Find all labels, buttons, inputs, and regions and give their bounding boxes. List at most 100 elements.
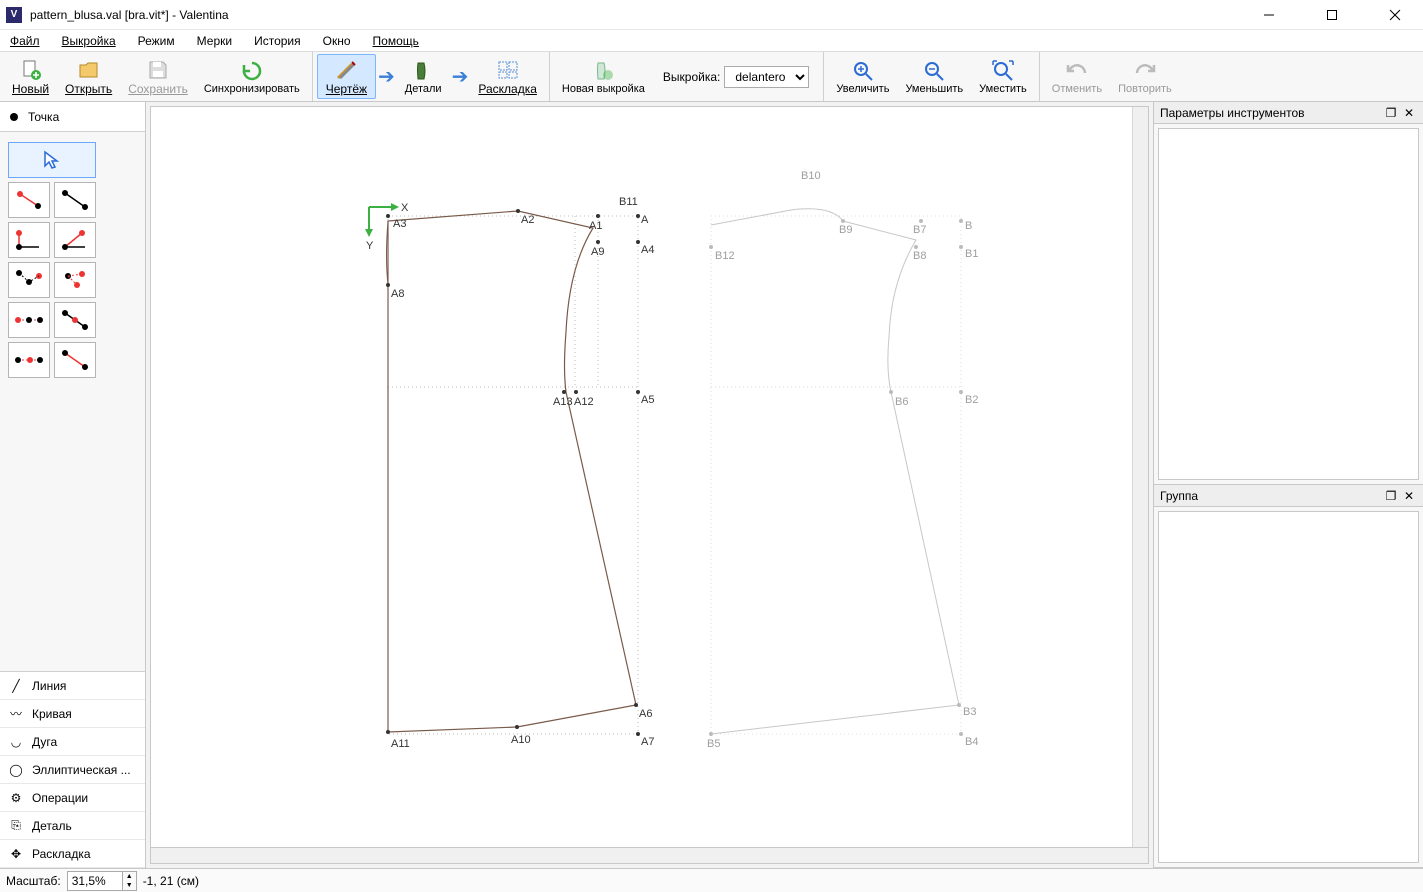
point-cut-tool[interactable]: [54, 342, 96, 378]
dock-float-button[interactable]: ❐: [1383, 105, 1399, 121]
open-button[interactable]: Открыть: [57, 54, 120, 99]
new-button[interactable]: Новый: [4, 54, 57, 99]
sync-button[interactable]: Синхронизировать: [196, 54, 308, 99]
dock-float-button[interactable]: ❐: [1383, 488, 1399, 504]
new-pattern-button[interactable]: Новая выкройка: [554, 54, 653, 99]
arc-icon: ◡: [8, 735, 24, 749]
point-curve-tool[interactable]: [8, 342, 50, 378]
layout-mode-button[interactable]: Раскладка: [470, 54, 545, 99]
menu-help[interactable]: Помощь: [369, 33, 423, 49]
pattern-svg: X Y A3 A2 A1: [151, 107, 1111, 807]
zoom-out-button[interactable]: Уменьшить: [897, 54, 971, 99]
pattern-selector-label: Выкройка:: [663, 70, 720, 84]
pattern-selector[interactable]: delantero: [724, 66, 809, 88]
menu-file[interactable]: Файл: [6, 33, 44, 49]
sync-icon: [240, 59, 264, 83]
svg-text:A4: A4: [641, 244, 654, 256]
menu-history[interactable]: История: [250, 33, 305, 49]
new-pattern-label: Новая выкройка: [562, 83, 645, 95]
tool-category-header[interactable]: Точка: [0, 102, 145, 132]
layout-list-icon: ✥: [8, 847, 24, 861]
menu-pattern[interactable]: Выкройка: [58, 33, 120, 49]
scale-input[interactable]: [68, 872, 122, 890]
details-icon: [411, 59, 435, 83]
layout-icon: [496, 58, 520, 82]
category-operations[interactable]: ⚙Операции: [0, 784, 145, 812]
tool-params-header: Параметры инструментов ❐ ✕: [1154, 102, 1423, 124]
point-shoulder-tool[interactable]: [8, 262, 50, 298]
svg-text:A10: A10: [511, 734, 531, 746]
category-detail[interactable]: ⎘Деталь: [0, 812, 145, 840]
category-curve[interactable]: 〰Кривая: [0, 700, 145, 728]
zoom-fit-label: Уместить: [979, 83, 1027, 95]
svg-text:A1: A1: [589, 220, 602, 232]
details-mode-button[interactable]: Детали: [397, 54, 450, 99]
point-perpendicular-tool[interactable]: [8, 222, 50, 258]
undo-button: Отменить: [1044, 54, 1110, 99]
line-icon: ╱: [8, 679, 24, 693]
svg-text:A7: A7: [641, 736, 654, 748]
menubar: Файл Выкройка Режим Мерки История Окно П…: [0, 30, 1423, 52]
svg-text:B12: B12: [715, 250, 735, 262]
zoom-in-button[interactable]: Увеличить: [828, 54, 897, 99]
menu-measurements[interactable]: Мерки: [193, 33, 236, 49]
close-button[interactable]: [1372, 0, 1417, 30]
svg-text:A5: A5: [641, 394, 654, 406]
zoom-in-icon: [851, 59, 875, 83]
titlebar: V pattern_blusa.val [bra.vit*] - Valenti…: [0, 0, 1423, 30]
arrow-right-icon: ➔: [378, 64, 395, 89]
point-triangle-tool[interactable]: [8, 302, 50, 338]
svg-text:A6: A6: [639, 708, 652, 720]
tool-category-label: Точка: [28, 110, 59, 124]
point-end-line-tool[interactable]: [8, 182, 50, 218]
new-file-icon: [19, 58, 43, 82]
svg-text:A8: A8: [391, 288, 404, 300]
redo-icon: [1133, 59, 1157, 83]
svg-text:A9: A9: [591, 246, 604, 258]
menu-window[interactable]: Окно: [319, 33, 355, 49]
zoom-fit-icon: [991, 59, 1015, 83]
arrow-right-icon: ➔: [452, 64, 469, 89]
svg-text:B3: B3: [963, 706, 976, 718]
point-contact-tool[interactable]: [54, 262, 96, 298]
svg-text:B2: B2: [965, 394, 978, 406]
scale-spinbox[interactable]: ▲▼: [67, 871, 137, 891]
scale-down-icon[interactable]: ▼: [123, 881, 136, 890]
drawing-mode-button[interactable]: Чертёж: [317, 54, 376, 99]
dock-close-button[interactable]: ✕: [1401, 488, 1417, 504]
pointer-tool[interactable]: [8, 142, 96, 178]
category-line[interactable]: ╱Линия: [0, 672, 145, 700]
point-bisector-tool[interactable]: [54, 222, 96, 258]
category-elliptical[interactable]: ◯Эллиптическая ...: [0, 756, 145, 784]
scrollbar-vertical[interactable]: [1132, 107, 1148, 847]
zoom-out-label: Уменьшить: [905, 83, 963, 95]
maximize-button[interactable]: [1309, 0, 1354, 30]
details-label: Детали: [405, 83, 442, 95]
svg-text:B9: B9: [839, 224, 852, 236]
category-arc[interactable]: ◡Дуга: [0, 728, 145, 756]
new-label: Новый: [12, 82, 49, 96]
toolbar: Новый Открыть Сохранить Синхронизировать…: [0, 52, 1423, 102]
coords-readout: -1, 21 (см): [143, 874, 199, 888]
svg-text:Y: Y: [366, 240, 374, 252]
svg-text:A11: A11: [391, 738, 410, 750]
svg-text:A2: A2: [521, 214, 534, 226]
minimize-button[interactable]: [1246, 0, 1291, 30]
menu-mode[interactable]: Режим: [134, 33, 179, 49]
scrollbar-horizontal[interactable]: [150, 848, 1149, 864]
ellipse-icon: ◯: [8, 763, 24, 777]
window-title: pattern_blusa.val [bra.vit*] - Valentina: [30, 8, 1246, 22]
point-intersection-tool[interactable]: [54, 302, 96, 338]
zoom-fit-button[interactable]: Уместить: [971, 54, 1035, 99]
tool-panel: Точка ╱Линия 〰Кривая ◡Дуга ◯Эллиптическа…: [0, 102, 146, 868]
drawing-canvas[interactable]: X Y A3 A2 A1: [150, 106, 1149, 848]
dock-close-button[interactable]: ✕: [1401, 105, 1417, 121]
scale-up-icon[interactable]: ▲: [123, 872, 136, 881]
category-layout[interactable]: ✥Раскладка: [0, 840, 145, 868]
group-body: [1158, 511, 1419, 863]
category-list: ╱Линия 〰Кривая ◡Дуга ◯Эллиптическая ... …: [0, 671, 145, 868]
point-along-line-tool[interactable]: [54, 182, 96, 218]
svg-text:A3: A3: [393, 218, 406, 230]
svg-text:B5: B5: [707, 738, 720, 750]
svg-text:X: X: [401, 202, 409, 214]
